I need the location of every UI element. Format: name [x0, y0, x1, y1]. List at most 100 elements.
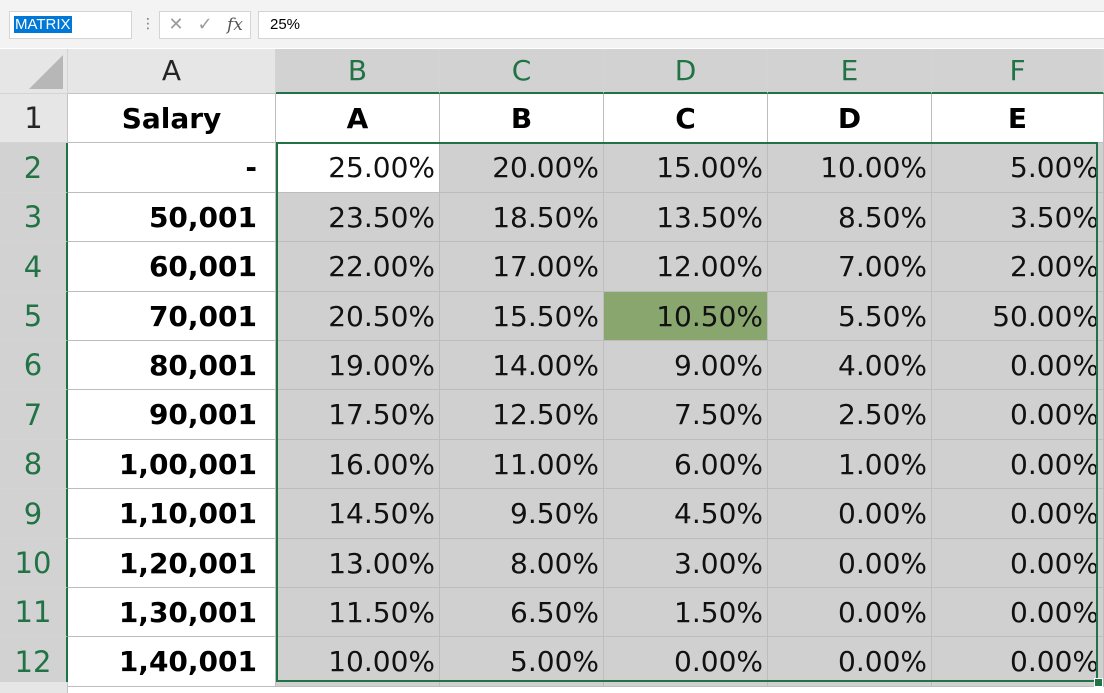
row-header-overflow [0, 682, 68, 693]
rate-cell[interactable]: 0.00% [932, 440, 1104, 489]
rate-cell[interactable]: 23.50% [276, 193, 440, 242]
rate-cell[interactable]: 12.00% [604, 242, 768, 292]
row-header-2[interactable]: 2 [0, 143, 68, 193]
rate-cell[interactable]: 15.50% [440, 292, 604, 341]
column-header-a[interactable]: A [68, 49, 276, 94]
row-header-9[interactable]: 9 [0, 489, 68, 539]
row-header-7[interactable]: 7 [0, 390, 68, 440]
close-icon[interactable]: ✕ [164, 12, 188, 38]
grade-header-cell[interactable]: E [932, 94, 1104, 143]
column-header-f[interactable]: F [932, 49, 1104, 94]
column-header-d[interactable]: D [604, 49, 768, 94]
column-header-b[interactable]: B [276, 49, 440, 94]
fill-handle[interactable] [1094, 678, 1103, 687]
salary-cell[interactable]: 80,001 [68, 341, 276, 390]
rate-cell[interactable]: 4.50% [604, 489, 768, 539]
rate-cell[interactable]: 13.00% [276, 539, 440, 588]
salary-cell[interactable]: 1,00,001 [68, 440, 276, 489]
salary-cell[interactable]: - [68, 143, 276, 193]
salary-cell[interactable]: 1,30,001 [68, 588, 276, 637]
select-all-corner[interactable] [0, 49, 68, 94]
rate-cell[interactable]: 18.50% [440, 193, 604, 242]
select-all-icon [29, 55, 63, 89]
rate-cell[interactable]: 4.00% [768, 341, 932, 390]
rate-cell[interactable]: 5.00% [440, 637, 604, 687]
grade-header-cell[interactable]: B [440, 94, 604, 143]
rate-cell[interactable]: 8.50% [768, 193, 932, 242]
formula-input[interactable]: 25% [258, 11, 1104, 39]
salary-cell[interactable]: 1,20,001 [68, 539, 276, 588]
rate-cell[interactable]: 0.00% [768, 588, 932, 637]
rate-cell[interactable]: 0.00% [932, 539, 1104, 588]
rate-cell[interactable]: 0.00% [768, 489, 932, 539]
rate-cell[interactable]: 0.00% [604, 637, 768, 687]
rate-cell[interactable]: 11.50% [276, 588, 440, 637]
rate-cell[interactable]: 10.50% [604, 292, 768, 341]
insert-function-button[interactable]: fx [222, 12, 248, 38]
more-options-icon[interactable]: ⋮ [141, 14, 155, 34]
row-header-12[interactable]: 12 [0, 637, 68, 687]
name-box[interactable]: MATRIX [9, 11, 132, 39]
rate-cell[interactable]: 19.00% [276, 341, 440, 390]
rate-cell[interactable]: 0.00% [932, 588, 1104, 637]
row-header-6[interactable]: 6 [0, 341, 68, 390]
rate-cell[interactable]: 10.00% [768, 143, 932, 193]
row-header-10[interactable]: 10 [0, 539, 68, 588]
salary-cell[interactable]: 50,001 [68, 193, 276, 242]
rate-cell[interactable]: 0.00% [768, 637, 932, 687]
row-header-3[interactable]: 3 [0, 193, 68, 242]
rate-cell[interactable]: 17.50% [276, 390, 440, 440]
salary-cell[interactable]: 1,40,001 [68, 637, 276, 687]
row-header-11[interactable]: 11 [0, 588, 68, 637]
salary-cell[interactable]: 60,001 [68, 242, 276, 292]
rate-cell[interactable]: 14.00% [440, 341, 604, 390]
rate-cell[interactable]: 9.00% [604, 341, 768, 390]
column-header-c[interactable]: C [440, 49, 604, 94]
salary-cell[interactable]: 90,001 [68, 390, 276, 440]
rate-cell[interactable]: 2.50% [768, 390, 932, 440]
rate-cell[interactable]: 0.00% [932, 341, 1104, 390]
rate-cell[interactable]: 6.50% [440, 588, 604, 637]
rate-cell[interactable]: 2.00% [932, 242, 1104, 292]
check-icon[interactable]: ✓ [192, 12, 218, 38]
rate-cell[interactable]: 0.00% [932, 637, 1104, 687]
rate-cell[interactable]: 0.00% [768, 539, 932, 588]
rate-cell[interactable]: 17.00% [440, 242, 604, 292]
salary-cell[interactable]: 1,10,001 [68, 489, 276, 539]
column-header-e[interactable]: E [768, 49, 932, 94]
row-header-8[interactable]: 8 [0, 440, 68, 489]
rate-cell[interactable]: 14.50% [276, 489, 440, 539]
rate-cell[interactable]: 16.00% [276, 440, 440, 489]
rate-cell[interactable]: 0.00% [932, 489, 1104, 539]
rate-cell[interactable]: 50.00% [932, 292, 1104, 341]
salary-header-cell[interactable]: Salary [68, 94, 276, 143]
rate-cell[interactable]: 10.00% [276, 637, 440, 687]
rate-cell[interactable]: 12.50% [440, 390, 604, 440]
row-header-1[interactable]: 1 [0, 94, 68, 143]
rate-cell[interactable]: 20.50% [276, 292, 440, 341]
rate-cell[interactable]: 8.00% [440, 539, 604, 588]
rate-cell[interactable]: 3.50% [932, 193, 1104, 242]
rate-cell[interactable]: 0.00% [932, 390, 1104, 440]
rate-cell[interactable]: 3.00% [604, 539, 768, 588]
rate-cell[interactable]: 11.00% [440, 440, 604, 489]
rate-cell[interactable]: 15.00% [604, 143, 768, 193]
rate-cell[interactable]: 25.00% [276, 143, 440, 193]
rate-cell[interactable]: 6.00% [604, 440, 768, 489]
salary-cell[interactable]: 70,001 [68, 292, 276, 341]
rate-cell[interactable]: 5.50% [768, 292, 932, 341]
rate-cell[interactable]: 7.50% [604, 390, 768, 440]
rate-cell[interactable]: 13.50% [604, 193, 768, 242]
rate-cell[interactable]: 20.00% [440, 143, 604, 193]
row-header-5[interactable]: 5 [0, 292, 68, 341]
rate-cell[interactable]: 9.50% [440, 489, 604, 539]
rate-cell[interactable]: 22.00% [276, 242, 440, 292]
rate-cell[interactable]: 1.50% [604, 588, 768, 637]
rate-cell[interactable]: 1.00% [768, 440, 932, 489]
rate-cell[interactable]: 5.00% [932, 143, 1104, 193]
rate-cell[interactable]: 7.00% [768, 242, 932, 292]
grade-header-cell[interactable]: D [768, 94, 932, 143]
grade-header-cell[interactable]: A [276, 94, 440, 143]
row-header-4[interactable]: 4 [0, 242, 68, 292]
grade-header-cell[interactable]: C [604, 94, 768, 143]
